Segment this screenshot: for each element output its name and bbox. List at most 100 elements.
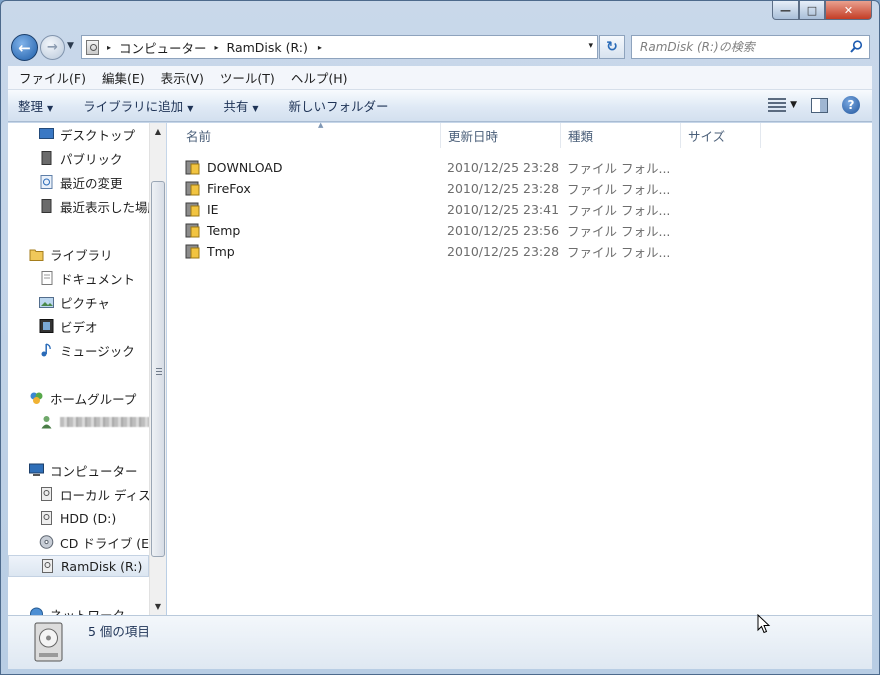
command-bar-right: ▼ ?	[768, 96, 860, 114]
folder-icon	[185, 202, 200, 217]
address-dropdown-icon[interactable]: ▾	[588, 41, 593, 51]
video-icon	[39, 319, 54, 333]
drive-icon	[86, 39, 99, 55]
table-row[interactable]: Temp 2010/12/25 23:56 ファイル フォル...	[185, 220, 855, 241]
file-name: DOWNLOAD	[207, 160, 283, 175]
breadcrumb-separator-icon[interactable]: ▸	[107, 43, 111, 52]
address-bar[interactable]: ▸ コンピューター ▸ RamDisk (R:) ▸ ▾	[81, 35, 598, 59]
nav-item-hdd-d[interactable]: HDD (D:)	[8, 507, 149, 529]
file-name: IE	[207, 202, 219, 217]
nav-item-recent-changes[interactable]: 最近の変更	[8, 171, 149, 193]
nav-item-network[interactable]: ネットワーク	[8, 603, 149, 615]
item-count: 5 個の項目	[88, 624, 150, 639]
breadcrumb-separator-icon[interactable]: ▸	[215, 43, 219, 52]
preview-pane-icon[interactable]	[811, 97, 828, 113]
share-button[interactable]: 共有 ▼	[223, 96, 258, 115]
nav-item-recent-places[interactable]: 最近表示した場所	[8, 195, 149, 217]
table-row[interactable]: Tmp 2010/12/25 23:28 ファイル フォル...	[185, 241, 855, 262]
file-date: 2010/12/25 23:28	[447, 181, 560, 196]
scroll-up-icon[interactable]: ▲	[150, 123, 166, 140]
forward-button[interactable]: →	[40, 35, 65, 60]
nav-item-documents[interactable]: ドキュメント	[8, 267, 149, 289]
nav-item-cd-drive[interactable]: CD ドライブ (E:	[8, 531, 149, 553]
breadcrumb-computer[interactable]: コンピューター	[119, 38, 207, 57]
network-icon	[30, 607, 43, 615]
close-button[interactable]: ✕	[825, 1, 872, 20]
nav-item-public[interactable]: パブリック	[8, 147, 149, 169]
search-box[interactable]	[631, 35, 870, 59]
menu-file[interactable]: ファイル(F)	[11, 68, 94, 87]
chevron-down-icon: ▼	[47, 104, 54, 113]
grip-icon	[156, 368, 162, 375]
chevron-down-icon[interactable]: ▼	[790, 100, 797, 110]
menu-view[interactable]: 表示(V)	[153, 68, 212, 87]
nav-item-music[interactable]: ミュージック	[8, 339, 149, 361]
chevron-down-icon: ▼	[252, 104, 259, 113]
nav-item-videos[interactable]: ビデオ	[8, 315, 149, 337]
documents-icon	[41, 271, 53, 285]
column-header-size[interactable]: サイズ	[681, 123, 761, 148]
folder-icon	[185, 160, 200, 175]
breadcrumb-ramdisk[interactable]: RamDisk (R:)	[227, 40, 308, 55]
history-dropdown-button[interactable]: ▼	[67, 41, 74, 51]
column-header-type[interactable]: 種類	[561, 123, 681, 148]
file-type: ファイル フォル...	[567, 203, 671, 218]
recent-changes-icon	[40, 175, 53, 189]
hard-drive-icon	[41, 511, 52, 525]
column-header-name[interactable]: 名前 ▲	[179, 121, 441, 148]
nav-pane-scrollbar[interactable]: ▲ ▼	[149, 123, 166, 615]
scroll-down-icon[interactable]: ▼	[150, 598, 166, 615]
nav-item-pictures[interactable]: ピクチャ	[8, 291, 149, 313]
organize-button[interactable]: 整理 ▼	[18, 96, 53, 115]
nav-item-homegroup[interactable]: ホームグループ	[8, 387, 149, 409]
sort-ascending-icon: ▲	[318, 121, 324, 129]
blurred-user-name	[60, 417, 149, 427]
minimize-button[interactable]: —	[772, 1, 799, 20]
chevron-down-icon: ▼	[67, 41, 74, 51]
nav-item-computer[interactable]: コンピューター	[8, 459, 149, 481]
search-icon[interactable]	[850, 40, 863, 53]
file-list: 名前 ▲ 更新日時 種類 サイズ DOWNLOAD 2010/12/25 23:…	[167, 121, 872, 615]
nav-item-libraries[interactable]: ライブラリ	[8, 243, 149, 265]
menu-help[interactable]: ヘルプ(H)	[283, 68, 356, 87]
navigation-row: ← → ▼ ▸ コンピューター ▸ RamDisk (R:) ▸ ▾ ↻	[1, 29, 879, 65]
search-input[interactable]	[640, 40, 845, 54]
back-button[interactable]: ←	[11, 34, 38, 61]
help-button[interactable]: ?	[842, 96, 860, 114]
arrow-right-icon: →	[47, 40, 58, 55]
library-icon	[29, 249, 44, 261]
new-folder-button[interactable]: 新しいフォルダー	[289, 96, 389, 115]
cd-drive-icon	[39, 535, 54, 549]
table-row[interactable]: FireFox 2010/12/25 23:28 ファイル フォル...	[185, 178, 855, 199]
file-date: 2010/12/25 23:28	[447, 160, 560, 175]
homegroup-icon	[30, 392, 43, 404]
add-to-library-button[interactable]: ライブラリに追加 ▼	[83, 96, 193, 115]
nav-item-local-disk[interactable]: ローカル ディスク	[8, 483, 149, 505]
change-view-icon[interactable]	[768, 98, 787, 112]
hard-drive-icon	[42, 559, 53, 573]
table-row[interactable]: IE 2010/12/25 23:41 ファイル フォル...	[185, 199, 855, 220]
explorer-window: — □ ✕ ← → ▼ ▸ コンピューター ▸ RamDisk (R:) ▸ ▾…	[0, 0, 880, 675]
refresh-button[interactable]: ↻	[599, 35, 625, 59]
music-icon	[41, 343, 51, 357]
command-bar: 整理 ▼ ライブラリに追加 ▼ 共有 ▼ 新しいフォルダー ▼ ?	[8, 90, 872, 122]
folder-icon	[185, 181, 200, 196]
maximize-button[interactable]: □	[799, 1, 825, 20]
nav-item-desktop[interactable]: デスクトップ	[8, 123, 149, 145]
folder-icon	[185, 223, 200, 238]
breadcrumb-separator-icon[interactable]: ▸	[318, 43, 322, 52]
file-type: ファイル フォル...	[567, 224, 671, 239]
menu-edit[interactable]: 編集(E)	[94, 68, 153, 87]
menu-bar: ファイル(F) 編集(E) 表示(V) ツール(T) ヘルプ(H)	[8, 66, 872, 90]
details-pane: 5 個の項目	[8, 615, 872, 669]
arrow-left-icon: ←	[18, 38, 31, 57]
scrollbar-thumb[interactable]	[151, 181, 165, 557]
table-row[interactable]: DOWNLOAD 2010/12/25 23:28 ファイル フォル...	[185, 157, 855, 178]
nav-item-homegroup-user[interactable]	[8, 411, 149, 433]
recent-places-icon	[41, 199, 52, 213]
file-date: 2010/12/25 23:28	[447, 244, 560, 259]
column-header-date[interactable]: 更新日時	[441, 123, 561, 148]
hard-drive-icon	[34, 622, 63, 662]
menu-tools[interactable]: ツール(T)	[212, 68, 283, 87]
nav-item-ramdisk[interactable]: RamDisk (R:)	[8, 555, 149, 577]
